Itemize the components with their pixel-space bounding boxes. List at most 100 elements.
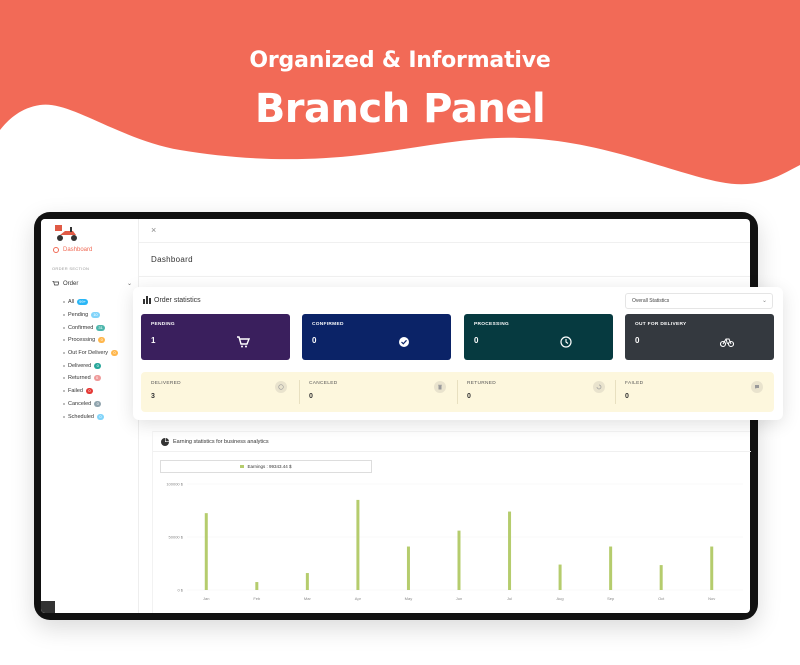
tile-processing[interactable]: PROCESSING 0	[464, 314, 613, 360]
tile-value: 0	[474, 336, 479, 345]
sidebar-subitem[interactable]: All 99+	[63, 296, 118, 309]
tile-out-for-delivery[interactable]: OUT FOR DELIVERY 0	[625, 314, 774, 360]
sidebar-subitem-label: Confirmed	[68, 324, 94, 331]
count-badge: 0	[93, 375, 101, 382]
order-statistics-header: Order statistics	[143, 296, 201, 304]
stat-label: DELIVERED	[151, 381, 181, 386]
sidebar-section-title: ORDER SECTION	[52, 266, 90, 271]
secondary-stats: DELIVERED 3 CANCELED 0 RETURNED 0 FAILED…	[141, 372, 774, 412]
sidebar-subitem[interactable]: Failed 0	[63, 385, 118, 398]
tile-label: OUT FOR DELIVERY	[635, 322, 687, 327]
bullet-icon	[63, 377, 65, 380]
sidebar-footer-block	[41, 601, 55, 613]
count-badge: 0	[97, 413, 104, 420]
sidebar-subitem[interactable]: Delivered 0	[63, 359, 118, 372]
stat-label: FAILED	[625, 381, 644, 386]
count-badge: 0	[94, 400, 102, 407]
sidebar-subitem[interactable]: Processing 0	[63, 334, 118, 347]
stat-failed[interactable]: FAILED 0	[615, 372, 774, 412]
tile-pending[interactable]: PENDING 1	[141, 314, 290, 360]
tile-value: 0	[312, 336, 317, 345]
count-badge: 31	[96, 324, 105, 331]
bar	[558, 564, 562, 590]
stat-returned[interactable]: RETURNED 0	[457, 372, 615, 412]
x-tick-label: Oct	[658, 596, 665, 601]
bar	[659, 565, 663, 590]
sidebar-subitem-label: Failed	[68, 388, 83, 395]
bar	[508, 511, 512, 590]
bullet-icon	[63, 390, 65, 393]
bar	[457, 530, 461, 590]
sidebar-subitem[interactable]: Out For Delivery 0	[63, 347, 119, 360]
cart-icon	[52, 280, 59, 285]
earning-title: Earning statistics for business analytic…	[173, 439, 269, 445]
trash-icon	[434, 381, 446, 393]
bullet-icon	[63, 314, 65, 317]
close-icon[interactable]: ×	[151, 225, 156, 235]
bar	[255, 582, 259, 590]
sidebar-item-order[interactable]: Order ⌄	[52, 280, 132, 287]
order-submenu: All 99+ Pending 10 Confirmed 31 Processing 0 Out…	[63, 296, 119, 423]
sidebar-subitem[interactable]: Confirmed 31	[63, 321, 118, 334]
bullet-icon	[63, 326, 65, 329]
message-icon	[751, 381, 763, 393]
stat-label: RETURNED	[467, 381, 497, 386]
divider	[153, 451, 751, 452]
sidebar-item-dashboard[interactable]: Dashboard	[53, 247, 92, 253]
tile-label: PROCESSING	[474, 322, 509, 327]
x-tick-label: Sep	[607, 596, 615, 601]
sidebar-subitem-label: Scheduled	[68, 413, 94, 420]
divider	[139, 276, 750, 277]
x-tick-label: Aug	[557, 596, 564, 601]
earnings-bar-chart: 100000 $ 50000 $ 0 $ Jan Feb Mar Apr May Jun Jul A…	[166, 482, 743, 601]
check-circle-icon	[399, 337, 409, 347]
x-tick-label: Jun	[456, 596, 462, 601]
page-title: Dashboard	[151, 255, 193, 264]
bullet-icon	[63, 415, 65, 418]
sidebar-subitem[interactable]: Returned 0	[63, 372, 118, 385]
bar	[204, 513, 208, 590]
sidebar-subitem-label: Canceled	[68, 400, 92, 407]
bullet-icon	[63, 339, 65, 342]
bullet-icon	[63, 352, 65, 355]
bar	[356, 499, 360, 590]
tile-confirmed[interactable]: CONFIRMED 0	[302, 314, 451, 360]
chart-legend[interactable]: Earnings : 99343.44 $	[160, 460, 372, 473]
sidebar-subitem-label: Out For Delivery	[68, 350, 109, 357]
tile-value: 0	[635, 336, 640, 345]
hero-title: Branch Panel	[254, 86, 546, 132]
sidebar-subitem-label: All	[68, 299, 75, 306]
return-icon	[593, 381, 605, 393]
sidebar-subitem[interactable]: Pending 10	[63, 309, 118, 322]
sidebar-subitem[interactable]: Scheduled 0	[63, 410, 118, 423]
y-tick-label: 0 $	[177, 588, 183, 593]
count-badge: 0	[94, 362, 102, 369]
sidebar: Dashboard ORDER SECTION Order ⌄ All 99+ Pe…	[41, 219, 139, 613]
count-badge: 0	[98, 337, 106, 344]
x-tick-label: Nov	[708, 596, 715, 601]
count-badge: 0	[85, 388, 93, 395]
chevron-down-icon[interactable]: ⌄	[127, 280, 132, 287]
bar	[406, 546, 410, 590]
earning-statistics-card: Earning statistics for business analytic…	[152, 431, 751, 613]
sidebar-subitem[interactable]: Canceled 0	[63, 398, 118, 411]
x-tick-label: Feb	[253, 596, 261, 601]
stat-canceled[interactable]: CANCELED 0	[299, 372, 457, 412]
y-tick-label: 50000 $	[169, 535, 184, 540]
check-icon	[275, 381, 287, 393]
statistics-filter-select[interactable]: Overall Statistics ⌄	[625, 293, 773, 309]
topbar: ×	[139, 219, 750, 243]
home-icon	[53, 247, 59, 253]
sidebar-order-label: Order	[63, 280, 79, 287]
statistics-filter-value: Overall Statistics	[632, 298, 670, 304]
count-badge: 99+	[77, 299, 88, 306]
stat-value: 0	[309, 393, 313, 400]
stat-delivered[interactable]: DELIVERED 3	[141, 372, 299, 412]
bullet-icon	[63, 402, 65, 405]
bar	[305, 573, 309, 590]
sidebar-dashboard-label: Dashboard	[63, 247, 93, 253]
stat-value: 3	[151, 393, 155, 400]
scooter-logo-icon[interactable]	[53, 223, 81, 243]
stat-value: 0	[467, 393, 471, 400]
legend-label: Earnings : 99343.44 $	[247, 464, 292, 469]
